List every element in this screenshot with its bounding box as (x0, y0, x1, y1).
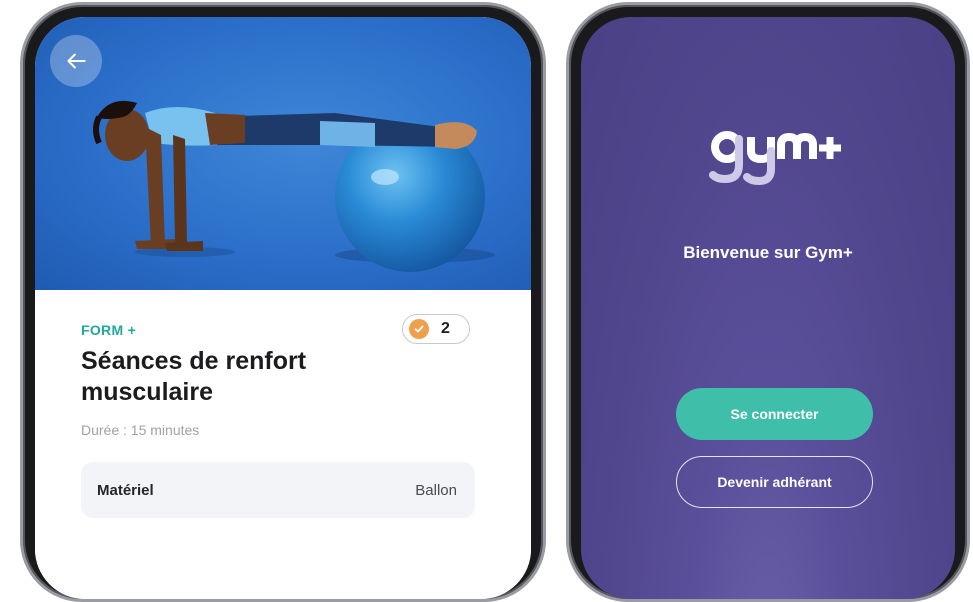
phone-frame-right: Bienvenue sur Gym+ Se connecter Devenir … (566, 2, 970, 602)
login-button[interactable]: Se connecter (676, 388, 873, 440)
arrow-left-icon (67, 53, 86, 69)
hero-image (35, 17, 531, 290)
welcome-screen: Bienvenue sur Gym+ Se connecter Devenir … (581, 17, 955, 599)
phone-frame-left: FORM + 2 Séances de renfort musculaire D… (20, 2, 546, 602)
completed-count-badge: 2 (402, 314, 470, 344)
workout-duration: Durée : 15 minutes (81, 422, 200, 438)
plank-exercise-illustration (93, 100, 495, 272)
gym-plus-logo (709, 131, 841, 186)
material-label: Matériel (97, 481, 154, 499)
material-row: Matériel Ballon (81, 462, 475, 518)
become-member-button[interactable]: Devenir adhérant (676, 456, 873, 508)
workout-title: Séances de renfort musculaire (81, 347, 307, 406)
check-circle-icon (409, 319, 429, 339)
welcome-heading: Bienvenue sur Gym+ (683, 243, 853, 262)
back-button[interactable] (50, 35, 102, 87)
completed-count: 2 (441, 320, 450, 337)
brand-tag: FORM + (81, 322, 137, 338)
material-value: Ballon (415, 481, 457, 499)
workout-detail-screen: FORM + 2 Séances de renfort musculaire D… (35, 17, 531, 599)
